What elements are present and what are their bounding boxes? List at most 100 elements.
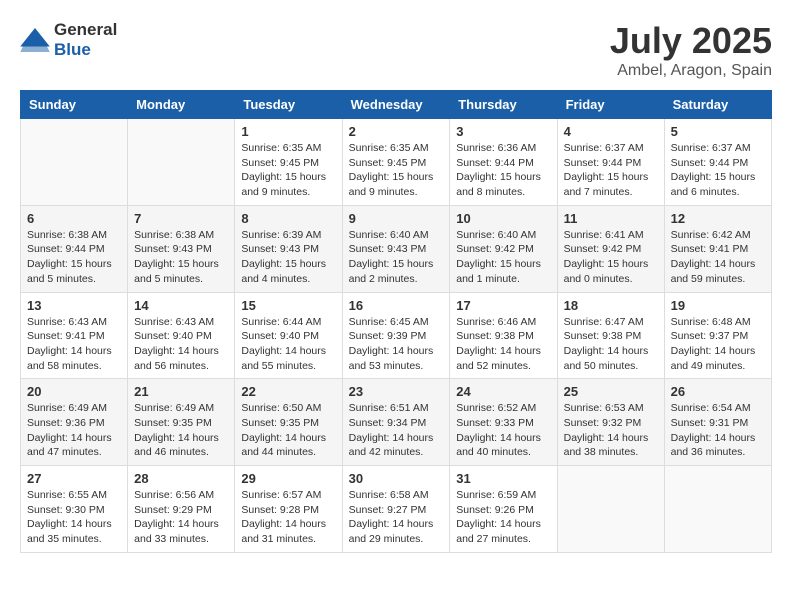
weekday-header-friday: Friday <box>557 91 664 119</box>
calendar-week-row: 27 Sunrise: 6:55 AMSunset: 9:30 PMDayligh… <box>21 466 772 553</box>
day-number: 25 <box>564 384 658 399</box>
calendar-cell: 27 Sunrise: 6:55 AMSunset: 9:30 PMDayligh… <box>21 466 128 553</box>
calendar-cell: 8Sunrise: 6:39 AMSunset: 9:43 PMDaylight… <box>235 205 342 292</box>
day-info: Sunrise: 6:53 AMSunset: 9:32 PMDaylight:… <box>564 401 658 460</box>
day-info: Sunrise: 6:51 AMSunset: 9:34 PMDaylight:… <box>349 401 444 460</box>
calendar-cell: 5 Sunrise: 6:37 AMSunset: 9:44 PMDaylight… <box>664 119 771 206</box>
day-info: Sunrise: 6:58 AMSunset: 9:27 PMDaylight:… <box>349 488 444 547</box>
day-info: Sunrise: 6:47 AMSunset: 9:38 PMDaylight:… <box>564 315 658 374</box>
day-info: Sunrise: 6:56 AMSunset: 9:29 PMDaylight:… <box>134 488 228 547</box>
calendar-cell: 30Sunrise: 6:58 AMSunset: 9:27 PMDayligh… <box>342 466 450 553</box>
calendar-cell: 4 Sunrise: 6:37 AMSunset: 9:44 PMDaylight… <box>557 119 664 206</box>
day-number: 19 <box>671 298 765 313</box>
day-number: 31 <box>456 471 550 486</box>
day-number: 22 <box>241 384 335 399</box>
day-info: Sunrise: 6:37 AMSunset: 9:44 PMDaylight:… <box>671 141 765 200</box>
day-info: Sunrise: 6:38 AMSunset: 9:44 PMDaylight:… <box>27 228 121 287</box>
logo-general-text: General <box>54 20 117 39</box>
day-info: Sunrise: 6:49 AMSunset: 9:35 PMDaylight:… <box>134 401 228 460</box>
calendar-cell: 13 Sunrise: 6:43 AMSunset: 9:41 PMDayligh… <box>21 292 128 379</box>
calendar-cell: 21Sunrise: 6:49 AMSunset: 9:35 PMDayligh… <box>128 379 235 466</box>
calendar-cell: 19 Sunrise: 6:48 AMSunset: 9:37 PMDayligh… <box>664 292 771 379</box>
day-info: Sunrise: 6:35 AMSunset: 9:45 PMDaylight:… <box>349 141 444 200</box>
day-info: Sunrise: 6:54 AMSunset: 9:31 PMDaylight:… <box>671 401 765 460</box>
calendar-cell: 20 Sunrise: 6:49 AMSunset: 9:36 PMDayligh… <box>21 379 128 466</box>
day-number: 11 <box>564 211 658 226</box>
day-number: 27 <box>27 471 121 486</box>
day-number: 23 <box>349 384 444 399</box>
day-number: 15 <box>241 298 335 313</box>
day-info: Sunrise: 6:43 AMSunset: 9:41 PMDaylight:… <box>27 315 121 374</box>
calendar-week-row: 20 Sunrise: 6:49 AMSunset: 9:36 PMDayligh… <box>21 379 772 466</box>
day-number: 10 <box>456 211 550 226</box>
logo-blue-text: Blue <box>54 40 91 59</box>
day-number: 17 <box>456 298 550 313</box>
day-number: 3 <box>456 124 550 139</box>
day-info: Sunrise: 6:48 AMSunset: 9:37 PMDaylight:… <box>671 315 765 374</box>
day-info: Sunrise: 6:35 AMSunset: 9:45 PMDaylight:… <box>241 141 335 200</box>
calendar-cell <box>21 119 128 206</box>
day-number: 9 <box>349 211 444 226</box>
weekday-header-saturday: Saturday <box>664 91 771 119</box>
day-info: Sunrise: 6:55 AMSunset: 9:30 PMDaylight:… <box>27 488 121 547</box>
calendar-cell: 10 Sunrise: 6:40 AMSunset: 9:42 PMDayligh… <box>450 205 557 292</box>
day-info: Sunrise: 6:41 AMSunset: 9:42 PMDaylight:… <box>564 228 658 287</box>
day-number: 2 <box>349 124 444 139</box>
calendar-cell: 24Sunrise: 6:52 AMSunset: 9:33 PMDayligh… <box>450 379 557 466</box>
calendar-cell: 23 Sunrise: 6:51 AMSunset: 9:34 PMDayligh… <box>342 379 450 466</box>
day-number: 14 <box>134 298 228 313</box>
calendar-cell: 12Sunrise: 6:42 AMSunset: 9:41 PMDayligh… <box>664 205 771 292</box>
day-info: Sunrise: 6:37 AMSunset: 9:44 PMDaylight:… <box>564 141 658 200</box>
calendar-cell <box>557 466 664 553</box>
weekday-header-thursday: Thursday <box>450 91 557 119</box>
calendar-cell: 3 Sunrise: 6:36 AMSunset: 9:44 PMDaylight… <box>450 119 557 206</box>
day-info: Sunrise: 6:40 AMSunset: 9:43 PMDaylight:… <box>349 228 444 287</box>
day-number: 13 <box>27 298 121 313</box>
day-number: 6 <box>27 211 121 226</box>
day-number: 29 <box>241 471 335 486</box>
weekday-header-sunday: Sunday <box>21 91 128 119</box>
day-number: 20 <box>27 384 121 399</box>
day-number: 1 <box>241 124 335 139</box>
calendar-cell <box>664 466 771 553</box>
weekday-header-wednesday: Wednesday <box>342 91 450 119</box>
calendar-table: SundayMondayTuesdayWednesdayThursdayFrid… <box>20 90 772 553</box>
day-number: 8 <box>241 211 335 226</box>
day-info: Sunrise: 6:43 AMSunset: 9:40 PMDaylight:… <box>134 315 228 374</box>
logo-icon <box>20 28 50 52</box>
calendar-cell: 16Sunrise: 6:45 AMSunset: 9:39 PMDayligh… <box>342 292 450 379</box>
day-info: Sunrise: 6:49 AMSunset: 9:36 PMDaylight:… <box>27 401 121 460</box>
calendar-week-row: 13 Sunrise: 6:43 AMSunset: 9:41 PMDayligh… <box>21 292 772 379</box>
day-number: 28 <box>134 471 228 486</box>
title-area: July 2025 Ambel, Aragon, Spain <box>610 20 772 80</box>
day-number: 5 <box>671 124 765 139</box>
day-number: 12 <box>671 211 765 226</box>
day-number: 4 <box>564 124 658 139</box>
day-info: Sunrise: 6:59 AMSunset: 9:26 PMDaylight:… <box>456 488 550 547</box>
calendar-cell: 9 Sunrise: 6:40 AMSunset: 9:43 PMDaylight… <box>342 205 450 292</box>
day-info: Sunrise: 6:52 AMSunset: 9:33 PMDaylight:… <box>456 401 550 460</box>
day-info: Sunrise: 6:40 AMSunset: 9:42 PMDaylight:… <box>456 228 550 287</box>
day-number: 18 <box>564 298 658 313</box>
calendar-week-row: 1 Sunrise: 6:35 AMSunset: 9:45 PMDaylight… <box>21 119 772 206</box>
day-info: Sunrise: 6:36 AMSunset: 9:44 PMDaylight:… <box>456 141 550 200</box>
weekday-header-tuesday: Tuesday <box>235 91 342 119</box>
calendar-cell: 6 Sunrise: 6:38 AMSunset: 9:44 PMDaylight… <box>21 205 128 292</box>
weekday-header-monday: Monday <box>128 91 235 119</box>
calendar-cell: 29Sunrise: 6:57 AMSunset: 9:28 PMDayligh… <box>235 466 342 553</box>
day-info: Sunrise: 6:46 AMSunset: 9:38 PMDaylight:… <box>456 315 550 374</box>
calendar-cell: 14 Sunrise: 6:43 AMSunset: 9:40 PMDayligh… <box>128 292 235 379</box>
calendar-cell: 28 Sunrise: 6:56 AMSunset: 9:29 PMDayligh… <box>128 466 235 553</box>
day-number: 7 <box>134 211 228 226</box>
month-year-title: July 2025 <box>610 20 772 62</box>
calendar-cell: 22 Sunrise: 6:50 AMSunset: 9:35 PMDayligh… <box>235 379 342 466</box>
calendar-week-row: 6 Sunrise: 6:38 AMSunset: 9:44 PMDaylight… <box>21 205 772 292</box>
calendar-cell: 1 Sunrise: 6:35 AMSunset: 9:45 PMDaylight… <box>235 119 342 206</box>
page-header: General Blue July 2025 Ambel, Aragon, Sp… <box>20 20 772 80</box>
day-info: Sunrise: 6:45 AMSunset: 9:39 PMDaylight:… <box>349 315 444 374</box>
day-info: Sunrise: 6:44 AMSunset: 9:40 PMDaylight:… <box>241 315 335 374</box>
calendar-cell <box>128 119 235 206</box>
day-number: 26 <box>671 384 765 399</box>
day-info: Sunrise: 6:50 AMSunset: 9:35 PMDaylight:… <box>241 401 335 460</box>
location-subtitle: Ambel, Aragon, Spain <box>610 62 772 80</box>
